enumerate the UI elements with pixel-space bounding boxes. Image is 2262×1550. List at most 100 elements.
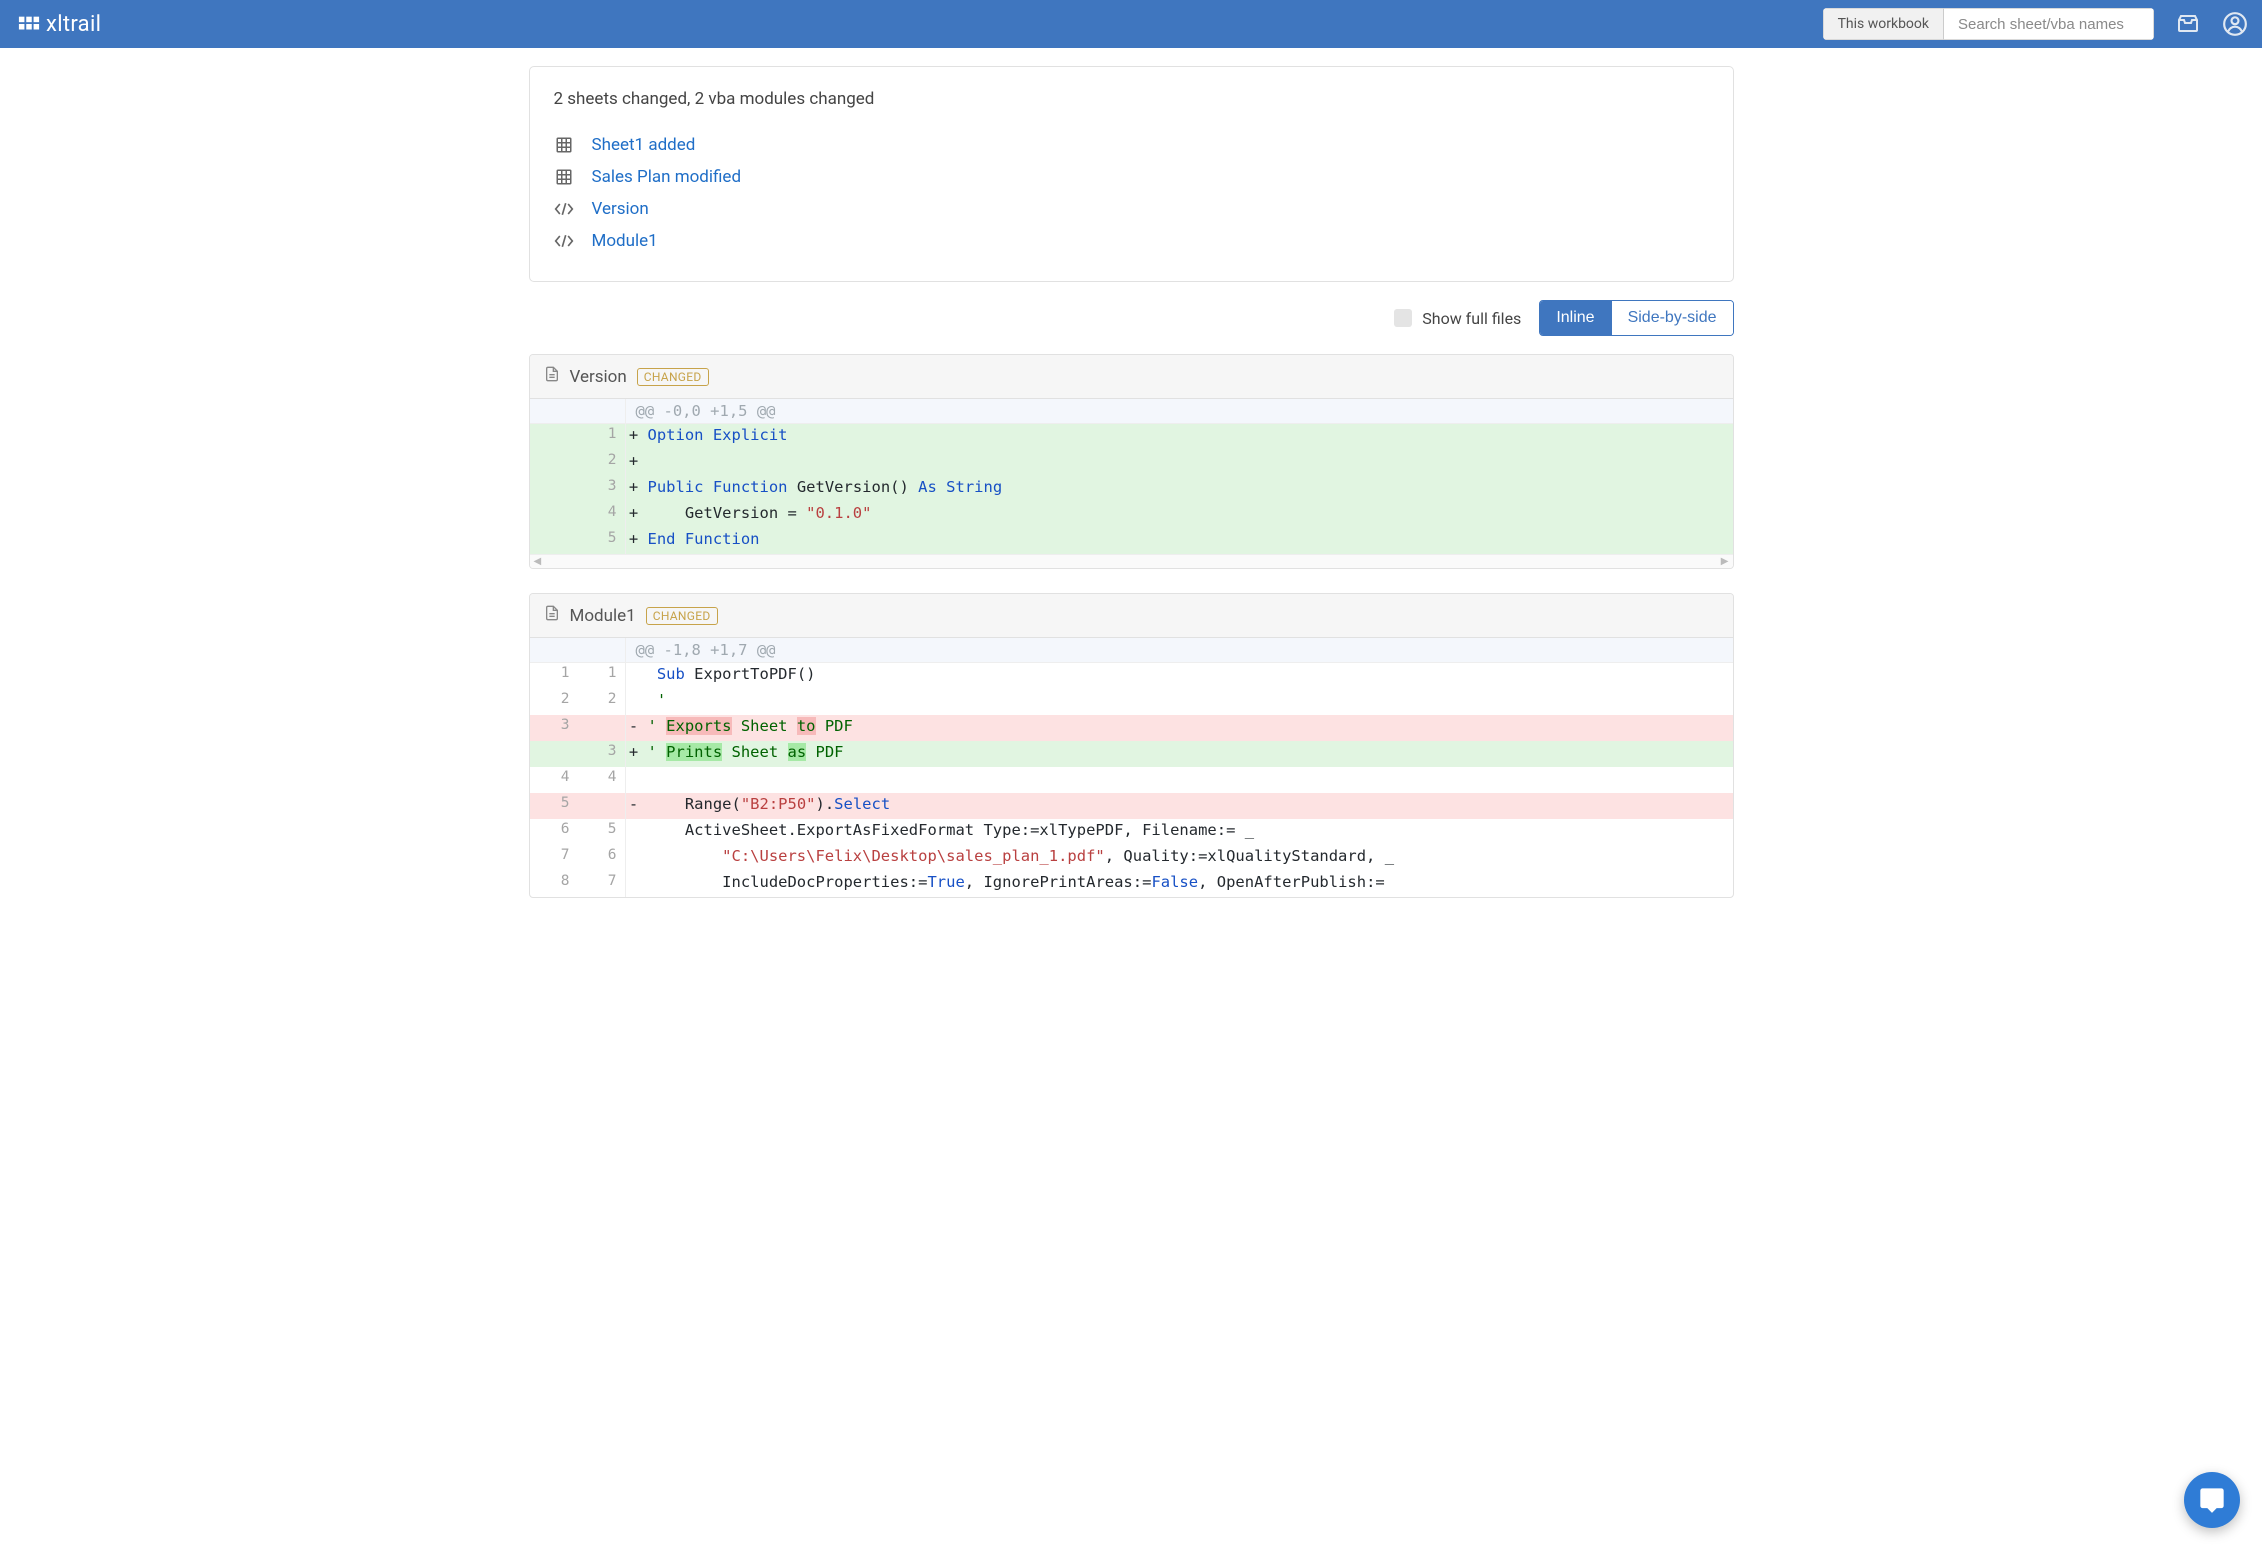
new-line-number: 2: [578, 450, 626, 476]
show-full-files-checkbox[interactable]: Show full files: [1394, 309, 1521, 328]
summary-item: Module1: [554, 225, 1709, 257]
code-content: ' Prints Sheet as PDF: [642, 741, 1733, 767]
code-content: IncludeDocProperties:=True, IgnorePrintA…: [642, 871, 1733, 897]
summary-link[interactable]: Module1: [592, 231, 658, 251]
summary-item: Version: [554, 193, 1709, 225]
changed-badge: CHANGED: [646, 607, 718, 625]
old-line-number: 7: [530, 845, 578, 871]
code-content: [642, 450, 1733, 476]
change-summary-card: 2 sheets changed, 2 vba modules changed …: [529, 66, 1734, 282]
diff-sign: -: [626, 715, 642, 741]
diff-panel: VersionCHANGED@@ -0,0 +1,5 @@1+Option Ex…: [529, 354, 1734, 569]
code-content: Range("B2:P50").Select: [642, 793, 1733, 819]
code-content: Option Explicit: [642, 424, 1733, 450]
sheet-icon: [554, 136, 574, 154]
file-icon: [544, 365, 560, 388]
old-line-number: [530, 502, 578, 528]
new-line-number: 3: [578, 476, 626, 502]
search-bar: This workbook: [1823, 8, 2154, 40]
diff-panel-header: Module1 CHANGED: [530, 594, 1733, 638]
diff-line: 76 "C:\Users\Felix\Desktop\sales_plan_1.…: [530, 845, 1733, 871]
old-line-number: [530, 741, 578, 767]
scroll-right-icon: ▶: [1721, 556, 1729, 567]
diff-sign: [626, 663, 642, 689]
diff-sign: [626, 767, 642, 793]
summary-item: Sheet1 added: [554, 129, 1709, 161]
summary-link[interactable]: Version: [592, 199, 649, 219]
old-line-number: 8: [530, 871, 578, 897]
side-by-side-button[interactable]: Side-by-side: [1611, 301, 1733, 335]
horizontal-scrollbar[interactable]: ◀▶: [530, 554, 1733, 568]
old-line-number: [530, 424, 578, 450]
code-content: End Function: [642, 528, 1733, 554]
old-line-number: 4: [530, 767, 578, 793]
new-line-number: 7: [578, 871, 626, 897]
diff-line: 3+' Prints Sheet as PDF: [530, 741, 1733, 767]
old-line-number: [530, 476, 578, 502]
new-line-number: 1: [578, 424, 626, 450]
old-line-number: 6: [530, 819, 578, 845]
change-summary-title: 2 sheets changed, 2 vba modules changed: [554, 89, 1709, 109]
diff-panel-title: Version: [570, 367, 627, 387]
diff-panel: Module1CHANGED@@ -1,8 +1,7 @@11 Sub Expo…: [529, 593, 1734, 898]
diff-line: 44: [530, 767, 1733, 793]
chat-bubble-button[interactable]: [2184, 1472, 2240, 1528]
file-icon: [544, 604, 560, 627]
new-line-number: [578, 793, 626, 819]
diff-sign: +: [626, 502, 642, 528]
new-line-number: 5: [578, 528, 626, 554]
brand-logo[interactable]: xltrail: [18, 12, 101, 37]
code-content: ': [642, 689, 1733, 715]
summary-link[interactable]: Sales Plan modified: [592, 167, 742, 187]
chat-icon: [2198, 1486, 2226, 1514]
diff-body: @@ -1,8 +1,7 @@11 Sub ExportToPDF()22 '3…: [530, 638, 1733, 897]
code-content: ' Exports Sheet to PDF: [642, 715, 1733, 741]
code-content: GetVersion = "0.1.0": [642, 502, 1733, 528]
inline-button[interactable]: Inline: [1540, 301, 1610, 335]
code-icon: [554, 233, 574, 249]
new-line-number: [578, 715, 626, 741]
new-line-number: 4: [578, 502, 626, 528]
diff-line: 22 ': [530, 689, 1733, 715]
old-line-number: [530, 450, 578, 476]
search-scope-selector[interactable]: This workbook: [1823, 8, 1944, 40]
code-content: "C:\Users\Felix\Desktop\sales_plan_1.pdf…: [642, 845, 1733, 871]
diff-panel-title: Module1: [570, 606, 636, 626]
diff-line: 4+ GetVersion = "0.1.0": [530, 502, 1733, 528]
code-content: [642, 767, 1733, 793]
diff-sign: +: [626, 424, 642, 450]
profile-icon[interactable]: [2222, 11, 2248, 37]
hunk-header: @@ -0,0 +1,5 @@: [530, 399, 1733, 424]
logo-icon: [18, 13, 40, 35]
diff-line: 2+: [530, 450, 1733, 476]
diff-body: @@ -0,0 +1,5 @@1+Option Explicit2+3+Publ…: [530, 399, 1733, 554]
new-line-number: 2: [578, 689, 626, 715]
view-mode-toggle: Inline Side-by-side: [1539, 300, 1733, 336]
brand-name: xltrail: [46, 12, 101, 37]
sheet-icon: [554, 168, 574, 186]
diff-line: 5 - Range("B2:P50").Select: [530, 793, 1733, 819]
code-content: Sub ExportToPDF(): [642, 663, 1733, 689]
diff-sign: [626, 689, 642, 715]
search-input[interactable]: [1944, 8, 2154, 40]
diff-line: 65 ActiveSheet.ExportAsFixedFormat Type:…: [530, 819, 1733, 845]
old-line-number: 5: [530, 793, 578, 819]
diff-line: 11 Sub ExportToPDF(): [530, 663, 1733, 689]
inbox-icon[interactable]: [2176, 12, 2200, 36]
summary-item: Sales Plan modified: [554, 161, 1709, 193]
diff-sign: [626, 871, 642, 897]
old-line-number: 2: [530, 689, 578, 715]
checkbox-label: Show full files: [1422, 309, 1521, 328]
summary-link[interactable]: Sheet1 added: [592, 135, 696, 155]
old-line-number: [530, 528, 578, 554]
diff-sign: +: [626, 528, 642, 554]
new-line-number: 4: [578, 767, 626, 793]
new-line-number: 3: [578, 741, 626, 767]
diff-toolbar: Show full files Inline Side-by-side: [529, 300, 1734, 336]
diff-sign: -: [626, 793, 642, 819]
old-line-number: 1: [530, 663, 578, 689]
diff-sign: +: [626, 741, 642, 767]
code-icon: [554, 201, 574, 217]
diff-sign: [626, 819, 642, 845]
new-line-number: 6: [578, 845, 626, 871]
